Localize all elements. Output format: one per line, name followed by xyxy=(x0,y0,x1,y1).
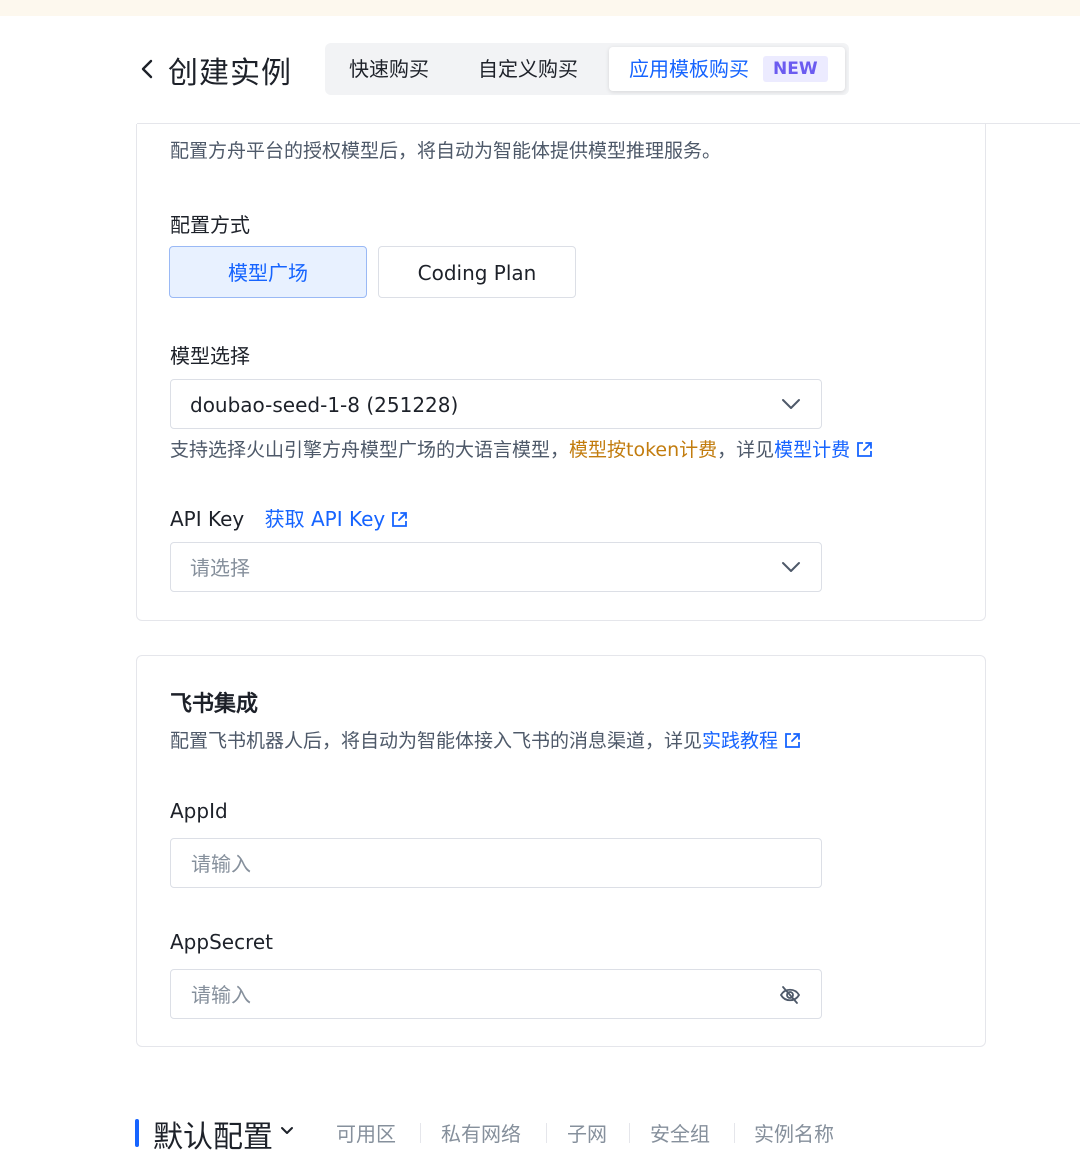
nav-separator xyxy=(546,1123,547,1143)
appsecret-placeholder: 请输入 xyxy=(191,983,251,1007)
feishu-description-text: 配置飞书机器人后，将自动为智能体接入飞书的消息渠道，详见 xyxy=(170,730,703,752)
eye-off-icon[interactable] xyxy=(779,985,801,1005)
page-title: 创建实例 xyxy=(168,56,292,91)
appid-input[interactable]: 请输入 xyxy=(170,838,822,888)
nav-availability-zone[interactable]: 可用区 xyxy=(336,1118,396,1147)
external-link-icon xyxy=(392,512,408,527)
external-link-icon xyxy=(857,442,873,457)
nav-security-group[interactable]: 安全组 xyxy=(650,1118,710,1147)
nav-separator xyxy=(420,1123,421,1143)
config-mode-label: 配置方式 xyxy=(170,213,250,237)
appsecret-label: AppSecret xyxy=(170,930,273,954)
feishu-description: 配置飞书机器人后，将自动为智能体接入飞书的消息渠道，详见实践教程 xyxy=(170,726,801,753)
model-billing-link-label: 模型计费 xyxy=(774,439,851,461)
back-arrow-icon[interactable] xyxy=(137,56,159,82)
get-api-key-link[interactable]: 获取 API Key xyxy=(265,507,409,531)
appid-label: AppId xyxy=(170,799,228,823)
new-badge: NEW xyxy=(763,56,828,82)
model-help-prefix: 支持选择火山引擎方舟模型广场的大语言模型， xyxy=(170,439,570,461)
model-select-value: doubao-seed-1-8 (251228) xyxy=(190,393,459,417)
chevron-down-icon xyxy=(782,399,800,409)
appid-placeholder: 请输入 xyxy=(191,852,251,876)
nav-subnet[interactable]: 子网 xyxy=(567,1118,607,1147)
default-config-title[interactable]: 默认配置 xyxy=(153,1112,273,1156)
appsecret-input[interactable]: 请输入 xyxy=(170,969,822,1019)
model-help-mid: ，详见 xyxy=(717,439,775,461)
model-select[interactable]: doubao-seed-1-8 (251228) xyxy=(170,379,822,429)
feishu-section-title: 飞书集成 xyxy=(170,692,259,717)
nav-separator xyxy=(629,1123,630,1143)
token-billing-text: 模型按token计费 xyxy=(569,439,718,461)
mode-coding-plan-button[interactable]: Coding Plan xyxy=(378,246,576,298)
section-indicator-bar xyxy=(135,1119,139,1147)
api-key-placeholder: 请选择 xyxy=(190,556,250,580)
model-select-label: 模型选择 xyxy=(170,344,250,368)
practice-tutorial-link[interactable]: 实践教程 xyxy=(702,730,801,752)
model-help-text: 支持选择火山引擎方舟模型广场的大语言模型，模型按token计费，详见模型计费 xyxy=(170,435,873,462)
tab-template-label: 应用模板购买 xyxy=(629,57,749,81)
chevron-down-icon[interactable] xyxy=(280,1126,294,1136)
external-link-icon xyxy=(785,733,800,748)
api-key-select[interactable]: 请选择 xyxy=(170,542,822,592)
practice-tutorial-link-label: 实践教程 xyxy=(702,730,779,752)
nav-separator xyxy=(734,1123,735,1143)
tab-custom-purchase[interactable]: 自定义购买 xyxy=(478,43,578,95)
chevron-down-icon xyxy=(782,562,800,572)
purchase-mode-tabs: 快速购买 自定义购买 应用模板购买 NEW xyxy=(325,43,849,95)
top-banner-strip xyxy=(0,0,1080,16)
model-billing-link[interactable]: 模型计费 xyxy=(774,439,873,461)
api-key-label: API Key xyxy=(170,507,245,531)
get-api-key-link-label: 获取 API Key xyxy=(264,507,386,531)
model-config-description: 配置方舟平台的授权模型后，将自动为智能体提供模型推理服务。 xyxy=(170,140,722,162)
tab-template-purchase[interactable]: 应用模板购买 NEW xyxy=(609,47,845,91)
nav-instance-name[interactable]: 实例名称 xyxy=(754,1118,834,1147)
mode-model-market-button[interactable]: 模型广场 xyxy=(169,246,367,298)
nav-vpc[interactable]: 私有网络 xyxy=(441,1118,521,1147)
api-key-row: API Key 获取 API Key xyxy=(170,503,408,532)
tab-quick-purchase[interactable]: 快速购买 xyxy=(349,43,429,95)
